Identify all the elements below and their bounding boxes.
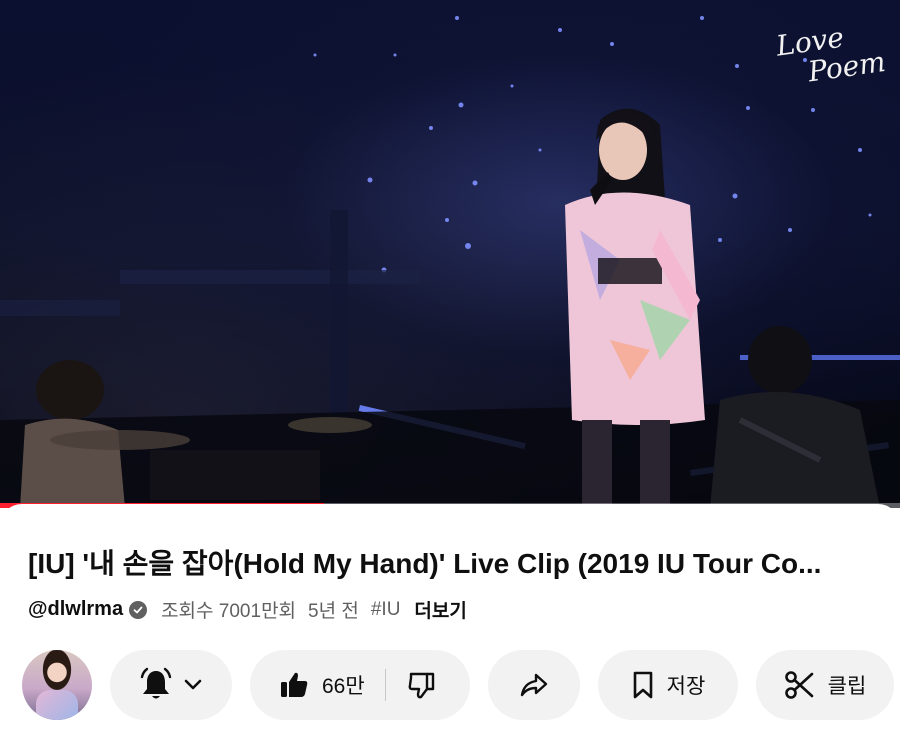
clip-button[interactable]: 클립	[756, 650, 894, 720]
scissors-icon	[784, 669, 816, 701]
clip-label: 클립	[827, 675, 867, 698]
like-divider	[384, 669, 386, 701]
view-count: 조회수 7001만회	[161, 601, 297, 622]
share-button[interactable]	[488, 650, 580, 720]
like-dislike-group: 66만	[250, 650, 470, 720]
verified-icon	[129, 600, 148, 619]
notification-bell-button[interactable]	[110, 650, 232, 720]
thumbs-down-icon[interactable]	[406, 669, 438, 701]
more-button[interactable]: 더보기	[414, 596, 466, 623]
video-metadata[interactable]: @dlwlrma 조회수 7001만회 5년 전 #IU 더보기	[28, 596, 467, 623]
bookmark-icon	[631, 670, 655, 700]
bell-icon	[139, 667, 173, 703]
save-button[interactable]: 저장	[598, 650, 738, 720]
channel-handle[interactable]: @dlwlrma	[28, 598, 123, 621]
hashtag-link[interactable]: #IU	[371, 599, 401, 621]
concert-scene	[0, 16, 900, 508]
save-label: 저장	[666, 675, 706, 698]
thumbs-up-icon[interactable]	[278, 669, 310, 701]
channel-avatar[interactable]	[22, 650, 92, 720]
video-player[interactable]: Love Poem	[0, 0, 900, 508]
video-info-panel: [IU] '내 손을 잡아(Hold My Hand)' Live Clip (…	[0, 504, 900, 736]
upload-age: 5년 전	[308, 601, 359, 622]
share-icon	[519, 671, 549, 699]
video-title[interactable]: [IU] '내 손을 잡아(Hold My Hand)' Live Clip (…	[28, 542, 878, 582]
like-count: 66만	[322, 675, 365, 698]
chevron-down-icon	[183, 678, 203, 692]
